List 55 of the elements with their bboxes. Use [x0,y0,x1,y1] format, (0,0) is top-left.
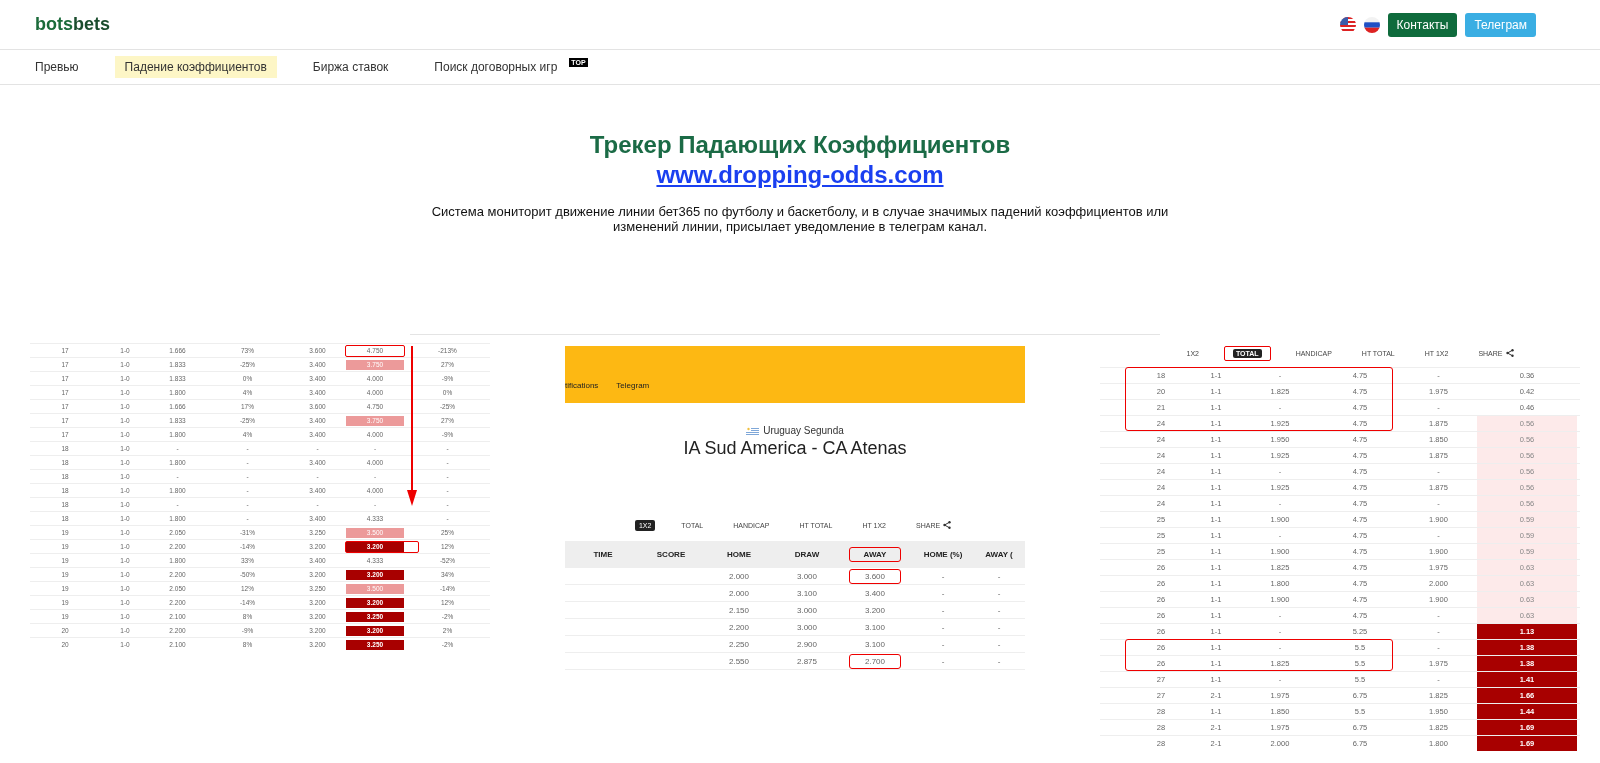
table-cell-text: 3.000 [796,605,818,615]
table-cell-text: - [940,588,946,598]
column-header: TIME [592,550,614,559]
table-cell-text: - [996,656,1002,666]
description: Система мониторит движение линии бет365 по футболу и баскетболу, и в случае значимых падений коэффициентов или изменений линии, присылает уведомление в телеграм канал. [430,204,1170,234]
us-flag-icon[interactable] [1339,16,1356,33]
nav-tab[interactable]: Поиск договорных игр [424,56,568,78]
table-cell-text: 2.150 [728,605,750,615]
table-cell-text: 3.100 [796,588,818,598]
table-cell-text: 3.100 [864,639,886,649]
table-cell-text: 3.200 [864,605,886,615]
header-button[interactable]: Контакты [1387,12,1458,37]
table-cell-text: 2.000 [728,571,750,581]
table-cell-text: 2.875 [796,656,818,666]
column-header: HOME (%) [922,550,964,559]
table-cell: 3.600 [849,568,901,584]
table-cell-text: 2.000 [728,588,750,598]
table-cell-text: 2.550 [728,656,750,666]
nav-tab[interactable]: Падение коэффициентов [114,56,277,78]
share-icon [1505,349,1514,357]
table-cell-text: - [940,639,946,649]
column-header: SCORE [655,550,687,559]
column-header: AWAY ( [984,550,1014,559]
match-title: IA Sud America - CA Atenas [682,438,908,459]
table-cell-text: 3.400 [864,588,886,598]
table-cell-text: - [996,588,1002,598]
league-name: Uruguay Segunda [763,425,844,436]
table-cell-text: - [996,639,1002,649]
table-cell-text: - [940,622,946,632]
table-cell-text: 2.250 [728,639,750,649]
table-cell-text: - [996,605,1002,615]
column-header: HOME [726,550,752,559]
table-cell-text: 3.100 [864,622,886,632]
column-header: AWAY [849,547,901,562]
table-cell-text: 2.200 [728,622,750,632]
column-header: DRAW [793,550,821,559]
page-title: Трекер Падающих Коэффициентов [589,131,1011,159]
table-cell-text: - [996,622,1002,632]
table-cell: 2.700 [849,653,901,669]
logo[interactable]: botsbets [35,14,110,35]
table-cell-text: 3.000 [796,571,818,581]
nav-link[interactable]: tifications [565,381,599,390]
table-cell-text: - [940,571,946,581]
uruguay-flag-icon [746,426,760,435]
table-cell-text: - [996,571,1002,581]
nav-tab[interactable]: Превью [25,56,89,78]
share-icon [943,521,952,529]
table-cell-text: 3.000 [796,622,818,632]
site-link[interactable]: www.dropping-odds.com [656,161,944,189]
nav-link[interactable]: Telegram [616,381,650,390]
table-cell-text: - [940,605,946,615]
table-cell-text: - [940,656,946,666]
ru-flag-icon[interactable] [1363,16,1380,33]
nav-tab[interactable]: Биржа ставок [302,56,399,78]
table-cell-text: 2.900 [796,639,818,649]
